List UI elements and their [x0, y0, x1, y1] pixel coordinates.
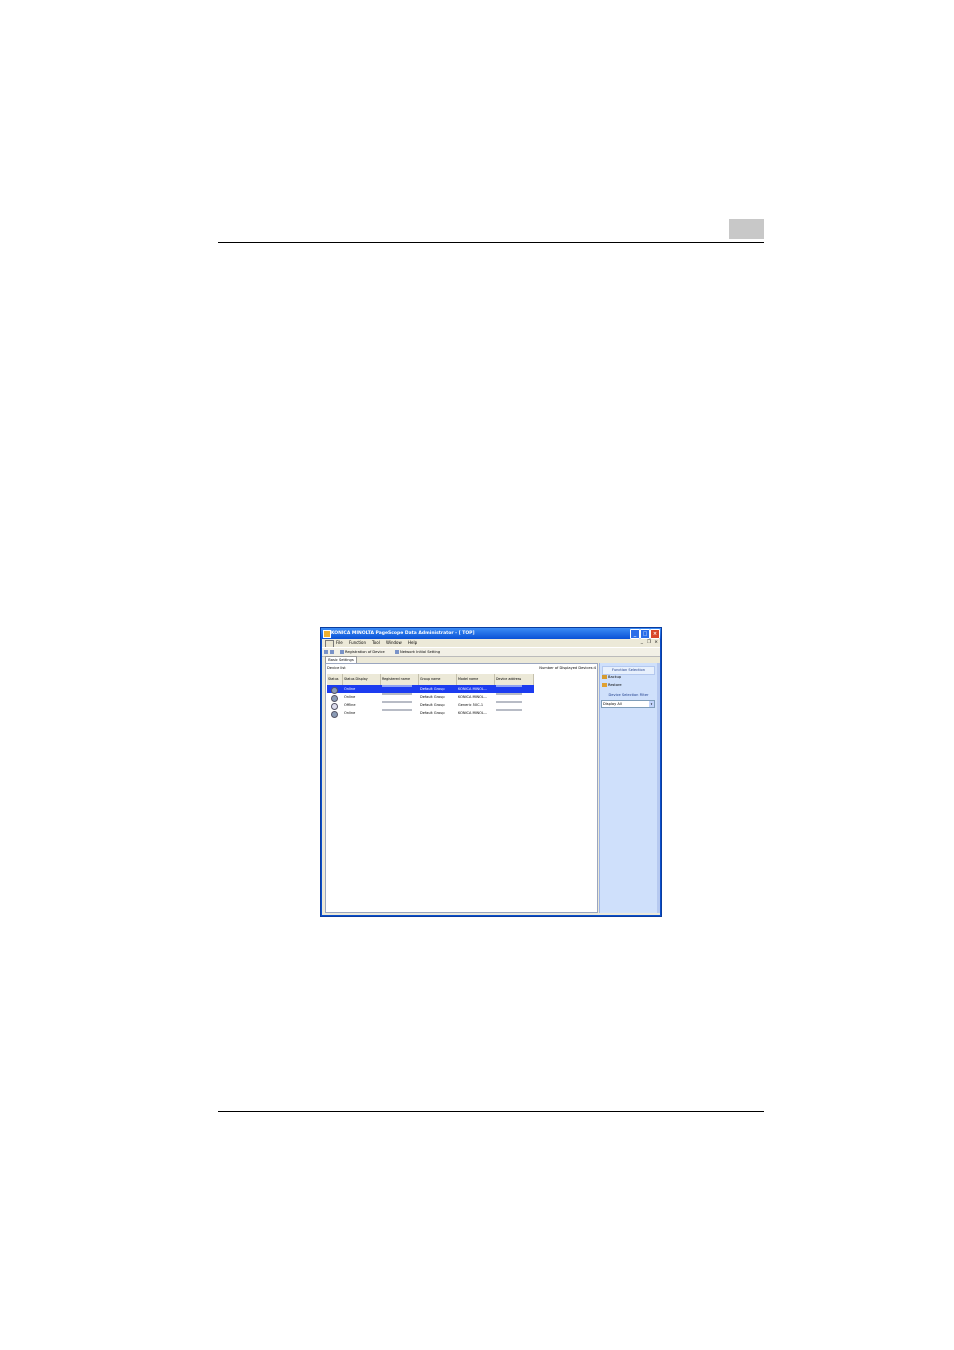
device-filter-header: Device Selection Filter [608, 693, 649, 697]
close-button[interactable]: × [650, 629, 660, 639]
table-row[interactable]: Online Default Group KONICA MINOL... [327, 685, 534, 694]
header-rule [218, 242, 764, 243]
column-header-model-name[interactable]: Model name [457, 674, 495, 685]
status-icon [331, 710, 338, 718]
menu-bar: File Function Tool Window Help _ ❐ × [322, 639, 660, 648]
menu-file[interactable]: File [336, 639, 343, 647]
registered-name-redacted [382, 701, 412, 703]
mdi-close-button[interactable]: × [654, 639, 658, 647]
function-panel: Function Selection Backup Restore Device… [599, 663, 657, 913]
status-display-cell: Online [344, 711, 356, 715]
model-name-cell: KONICA MINOL... [458, 711, 488, 715]
network-setting-icon [395, 650, 399, 654]
device-list-panel: Device list Number of Displayed Devices:… [325, 663, 598, 913]
backup-link[interactable]: Backup [602, 674, 621, 680]
menu-window[interactable]: Window [386, 639, 402, 647]
status-display-cell: Offline [344, 703, 356, 707]
backup-label: Backup [608, 675, 622, 679]
group-name-cell: Default Group [420, 687, 445, 691]
menu-function[interactable]: Function [349, 639, 366, 647]
table-row[interactable]: Online Default Group KONICA MINOL... [327, 709, 534, 718]
registered-name-redacted [382, 709, 412, 711]
footer-rule [218, 1111, 764, 1112]
window-title: KONICA MINOLTA PageScope Data Administra… [331, 631, 475, 636]
table-row[interactable]: Offline Default Group Generic 50C-1 [327, 701, 534, 710]
app-window-screenshot: KONICA MINOLTA PageScope Data Administra… [320, 627, 662, 917]
column-header-status-display[interactable]: Status Display [343, 674, 381, 685]
forward-icon[interactable] [330, 650, 334, 654]
restore-label: Restore [608, 683, 622, 687]
model-name-cell: KONICA MINOL... [458, 695, 488, 699]
minimize-button[interactable]: _ [630, 629, 640, 639]
backup-icon [602, 675, 607, 679]
group-name-cell: Default Group [420, 711, 445, 715]
table-row[interactable]: Online Default Group KONICA MINOL... [327, 693, 534, 702]
menu-help[interactable]: Help [408, 639, 417, 647]
tab-strip: Basic Settings [322, 655, 660, 664]
maximize-button[interactable]: □ [640, 629, 650, 639]
registered-name-redacted [382, 685, 412, 687]
column-header-group-name[interactable]: Group name [419, 674, 457, 685]
status-display-cell: Online [344, 687, 356, 691]
group-name-cell: Default Group [420, 695, 445, 699]
registered-name-redacted [382, 693, 412, 695]
restore-icon [602, 683, 607, 687]
model-name-cell: KONICA MINOL... [458, 687, 488, 691]
app-icon [323, 630, 331, 638]
device-address-redacted [496, 701, 522, 703]
column-header-status[interactable]: Status [327, 674, 343, 685]
mdi-minimize-button[interactable]: _ [641, 639, 643, 647]
group-name-cell: Default Group [420, 703, 445, 707]
device-count-label: Number of Displayed Devices:4 [539, 666, 596, 670]
device-address-redacted [496, 685, 522, 687]
device-filter-value: Display All [603, 702, 622, 706]
back-icon[interactable] [324, 650, 328, 654]
model-name-cell: Generic 50C-1 [458, 703, 484, 707]
menu-tool[interactable]: Tool [372, 639, 380, 647]
device-list-label: Device list [327, 666, 346, 670]
column-header-registered-name[interactable]: Registered name [381, 674, 419, 685]
device-address-redacted [496, 709, 522, 711]
window-client: File Function Tool Window Help _ ❐ × Reg… [322, 639, 660, 915]
chapter-tab-marker [729, 219, 764, 239]
restore-link[interactable]: Restore [602, 682, 622, 688]
device-filter-select[interactable]: Display All ▾ [601, 700, 655, 708]
column-header-device-address[interactable]: Device address [495, 674, 534, 685]
device-address-redacted [496, 693, 522, 695]
mdi-restore-button[interactable]: ❐ [647, 639, 651, 647]
status-display-cell: Online [344, 695, 356, 699]
register-device-icon [340, 650, 344, 654]
title-bar: KONICA MINOLTA PageScope Data Administra… [321, 628, 661, 639]
vertical-scrollbar[interactable] [657, 663, 660, 913]
chevron-down-icon[interactable]: ▾ [649, 701, 654, 707]
